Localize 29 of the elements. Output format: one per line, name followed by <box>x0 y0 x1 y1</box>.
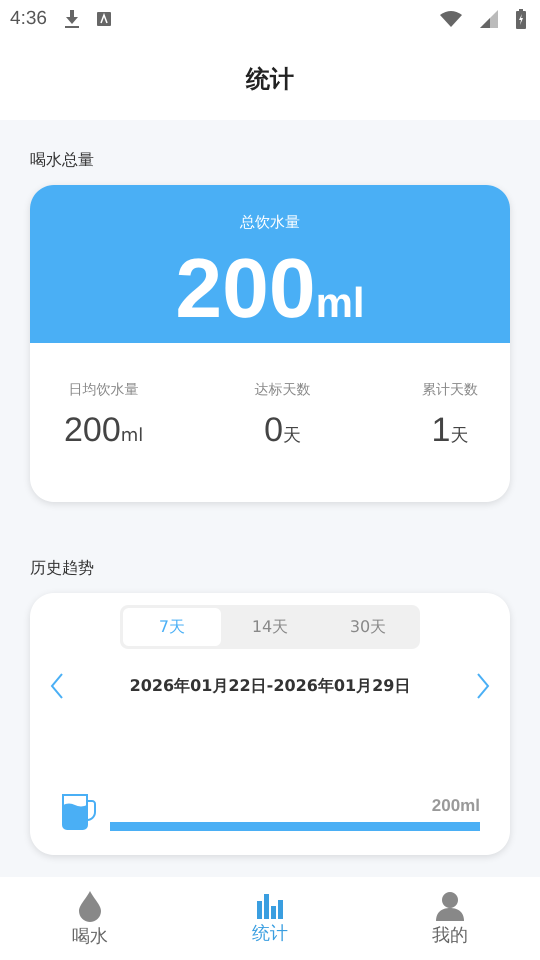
range-tab[interactable]: 14天 <box>221 608 319 646</box>
section-label: 历史趋势 <box>30 558 95 579</box>
stat-label: 日均饮水量 <box>68 381 139 399</box>
keyboard-icon <box>96 12 111 26</box>
person-icon <box>435 890 465 920</box>
total-label: 总饮水量 <box>240 213 300 232</box>
battery-icon <box>516 9 526 29</box>
total-value: 200ml <box>175 246 365 330</box>
nav-tab[interactable]: 统计 <box>180 877 360 960</box>
drop-icon <box>77 890 103 922</box>
download-icon <box>64 10 79 28</box>
nav-tab[interactable]: 喝水 <box>0 877 180 960</box>
range-tab[interactable]: 30天 <box>319 608 417 646</box>
mug-icon <box>60 793 98 831</box>
wifi-icon <box>440 11 462 27</box>
date-range: 2026年01月22日-2026年01月29日 <box>130 676 410 696</box>
bar-reading: 200ml <box>432 796 480 816</box>
status-time: 4:36 <box>10 8 47 30</box>
stat-value: 200ml <box>64 411 144 450</box>
bar-chart-icon <box>256 892 284 918</box>
section-label: 喝水总量 <box>30 150 95 171</box>
stat-label: 累计天数 <box>422 381 478 399</box>
stat-label: 达标天数 <box>254 381 311 399</box>
stat-value: 0天 <box>264 411 302 450</box>
stat-value: 1天 <box>432 411 468 450</box>
page-title: 统计 <box>246 64 294 95</box>
signal-icon <box>480 10 498 28</box>
nav-tab[interactable]: 我的 <box>360 877 540 960</box>
range-tab[interactable]: 7天 <box>123 608 221 646</box>
